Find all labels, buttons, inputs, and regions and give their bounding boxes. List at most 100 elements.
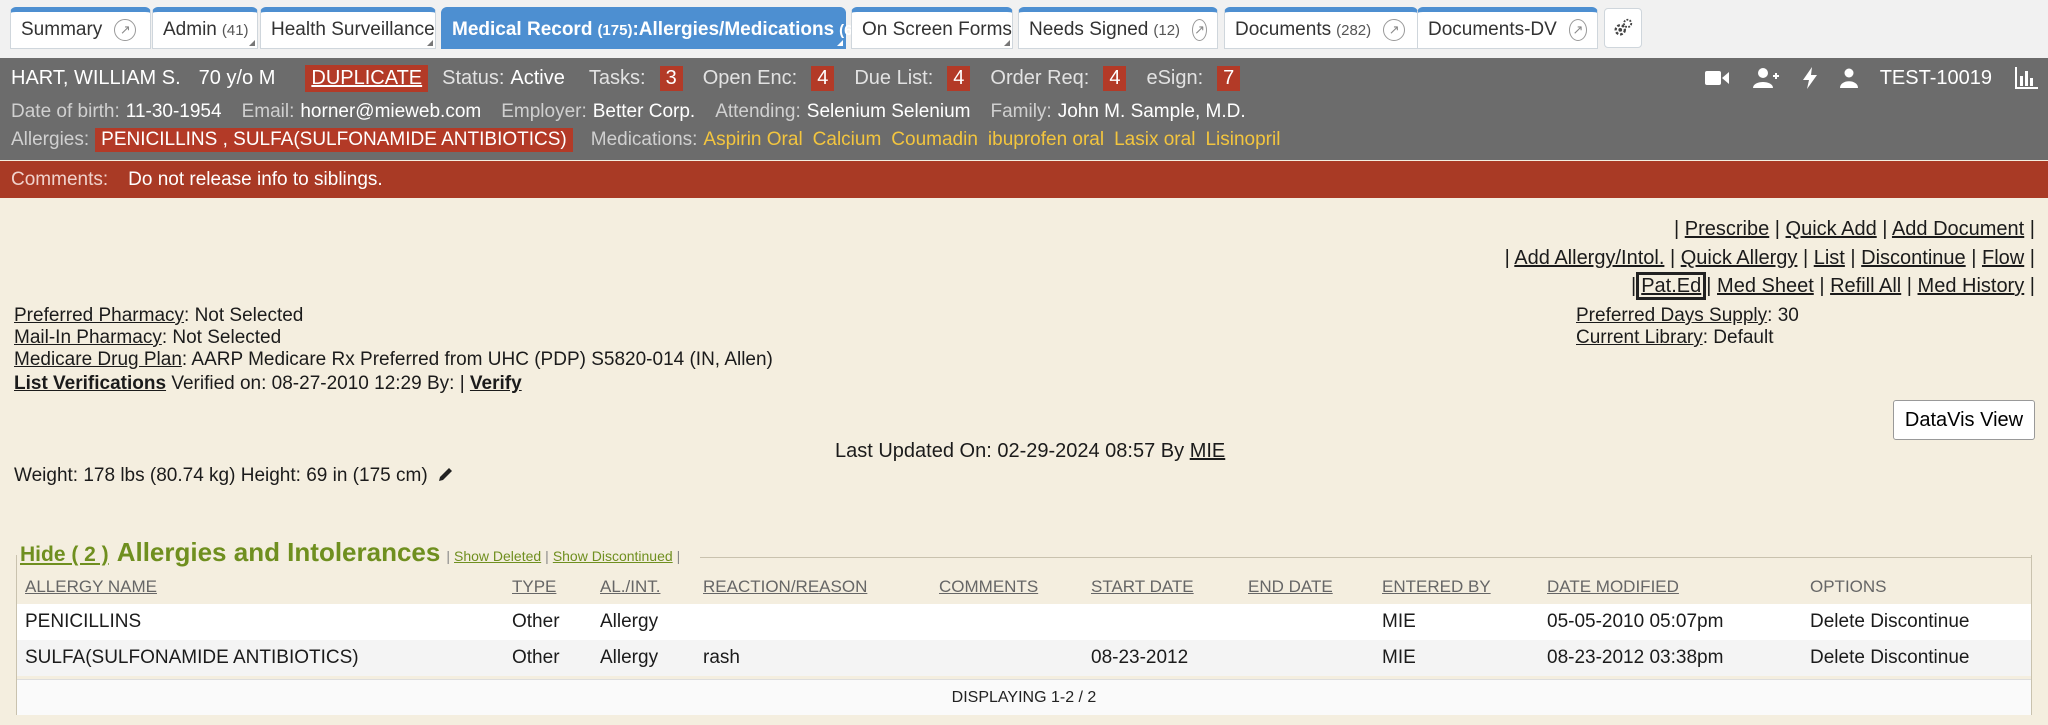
add-document-link[interactable]: Add Document [1892, 218, 2024, 240]
dob: 11-30-1954 [125, 101, 222, 122]
col-date-modified[interactable]: DATE MODIFIED [1539, 570, 1802, 604]
weight-height: Weight: 178 lbs (80.74 kg) Height: 69 in… [14, 465, 455, 487]
employer: Better Corp. [592, 101, 696, 122]
dropdown-corner-icon [249, 40, 255, 46]
discontinue-row-link[interactable]: Discontinue [1870, 611, 1969, 632]
list-link[interactable]: List [1814, 247, 1845, 269]
video-camera-icon[interactable] [1704, 68, 1730, 88]
duplicate-badge[interactable]: DUPLICATE [305, 64, 429, 92]
fieldset-border [700, 557, 2032, 558]
col-reaction[interactable]: REACTION/REASON [695, 570, 931, 604]
list-verifications-link[interactable]: List Verifications [14, 373, 166, 394]
toolbar-row-1: | Prescribe | Quick Add | Add Document | [1673, 218, 2035, 240]
open-external-icon[interactable]: ↗ [114, 19, 137, 41]
bar-chart-icon[interactable] [2014, 67, 2038, 89]
tab-documents[interactable]: Documents (282) ↗ [1224, 7, 1418, 49]
tasks-badge[interactable]: 3 [659, 65, 683, 91]
allergies-table: ALLERGY NAME TYPE AL./INT. REACTION/REAS… [17, 570, 2031, 676]
updated-by-link[interactable]: MIE [1190, 440, 1226, 462]
preferred-pharmacy: Preferred Pharmacy: Not Selected [14, 305, 304, 326]
last-updated: Last Updated On: 02-29-2024 08:57 By MIE [835, 440, 1226, 462]
discontinue-link[interactable]: Discontinue [1861, 247, 1966, 269]
allergies-chip[interactable]: PENICILLINS , SULFA(SULFONAMIDE ANTIBIOT… [95, 128, 573, 152]
table-header-row: ALLERGY NAME TYPE AL./INT. REACTION/REAS… [17, 570, 2031, 604]
medication-link[interactable]: Lasix oral [1114, 129, 1195, 151]
family-physician: John M. Sample, M.D. [1057, 101, 1246, 122]
tab-bar: Summary ↗ Admin (41) Health Surveillance … [0, 0, 2048, 58]
user-icon[interactable] [1839, 68, 1858, 88]
add-allergy-link[interactable]: Add Allergy/Intol. [1514, 247, 1664, 269]
discontinue-row-link[interactable]: Discontinue [1870, 647, 1969, 668]
comments-text: Do not release info to siblings. [128, 168, 383, 190]
delete-link[interactable]: Delete [1810, 647, 1865, 668]
medication-link[interactable]: Coumadin [891, 129, 978, 151]
order-req-badge[interactable]: 4 [1103, 65, 1127, 91]
patient-header: HART, WILLIAM S. 70 y/o M DUPLICATE Stat… [0, 58, 2048, 98]
col-type[interactable]: TYPE [504, 570, 592, 604]
medication-link[interactable]: ibuprofen oral [988, 129, 1104, 151]
show-discontinued-link[interactable]: Show Discontinued [553, 548, 673, 564]
open-external-icon[interactable]: ↗ [1192, 19, 1207, 41]
lightning-icon[interactable] [1802, 67, 1818, 89]
refill-all-link[interactable]: Refill All [1830, 275, 1901, 297]
delete-link[interactable]: Delete [1810, 611, 1865, 632]
mail-in-pharmacy-link[interactable]: Mail-In Pharmacy [14, 327, 162, 348]
comments-bar: Comments: Do not release info to sibling… [0, 161, 2048, 198]
quick-allergy-link[interactable]: Quick Allergy [1681, 247, 1798, 269]
preferred-days-supply-link[interactable]: Preferred Days Supply [1576, 305, 1767, 326]
tab-health-surveillance[interactable]: Health Surveillance [260, 7, 436, 49]
medication-link[interactable]: Lisinopril [1205, 129, 1280, 151]
tab-on-screen-forms[interactable]: On Screen Forms [851, 7, 1013, 49]
datavis-view-button[interactable]: DataVis View [1893, 400, 2035, 440]
table-row[interactable]: SULFA(SULFONAMIDE ANTIBIOTICS) Other All… [17, 640, 2031, 676]
col-end-date[interactable]: END DATE [1240, 570, 1374, 604]
current-library: Current Library: Default [1576, 327, 1774, 348]
toolbar-row-3: | Pat.Ed | Med Sheet | Refill All | Med Hi… [1631, 272, 2035, 300]
tab-needs-signed[interactable]: Needs Signed (12) ↗ [1018, 7, 1218, 49]
med-sheet-link[interactable]: Med Sheet [1717, 275, 1814, 297]
email: horner@mieweb.com [300, 101, 482, 122]
preferred-pharmacy-link[interactable]: Preferred Pharmacy [14, 305, 184, 326]
table-row[interactable]: PENICILLINS Other Allergy MIE 05-05-2010… [17, 604, 2031, 640]
tab-medical-record[interactable]: Medical Record (175):Allergies/Medication… [441, 7, 857, 49]
mail-in-pharmacy: Mail-In Pharmacy: Not Selected [14, 327, 282, 348]
open-external-icon[interactable]: ↗ [1383, 19, 1406, 41]
medication-link[interactable]: Aspirin Oral [703, 129, 802, 151]
medicare-drug-plan-link[interactable]: Medicare Drug Plan [14, 349, 182, 370]
quick-add-link[interactable]: Quick Add [1786, 218, 1877, 240]
col-al-int[interactable]: AL./INT. [592, 570, 695, 604]
dropdown-corner-icon [427, 40, 433, 46]
due-list-badge[interactable]: 4 [947, 65, 971, 91]
add-user-icon[interactable] [1752, 67, 1780, 89]
pencil-edit-icon[interactable] [437, 465, 455, 483]
patient-info: Date of birth: 11-30-1954 Email: horner@mi… [0, 98, 2048, 160]
col-comments[interactable]: COMMENTS [931, 570, 1083, 604]
allergies-legend: Hide ( 2 ) Allergies and Intolerances | … [20, 537, 687, 568]
col-allergy-name[interactable]: ALLERGY NAME [17, 570, 504, 604]
flow-link[interactable]: Flow [1982, 247, 2024, 269]
med-history-link[interactable]: Med History [1918, 275, 2025, 297]
current-library-link[interactable]: Current Library [1576, 327, 1703, 348]
verifications: List Verifications Verified on: 08-27-20… [14, 373, 522, 394]
prescribe-link[interactable]: Prescribe [1685, 218, 1769, 240]
preferred-days-supply: Preferred Days Supply: 30 [1576, 305, 1799, 326]
settings-gear-icon[interactable] [1604, 8, 1642, 48]
verify-link[interactable]: Verify [470, 373, 522, 394]
dropdown-corner-icon [1004, 40, 1010, 46]
pat-ed-link[interactable]: Pat.Ed [1636, 272, 1707, 300]
allergies-title: Allergies and Intolerances [116, 537, 441, 567]
open-external-icon[interactable]: ↗ [1568, 19, 1587, 41]
tab-summary[interactable]: Summary ↗ [10, 7, 151, 49]
col-start-date[interactable]: START DATE [1083, 570, 1240, 604]
open-enc-badge[interactable]: 4 [811, 65, 835, 91]
patient-status: Active [510, 66, 565, 89]
tab-admin[interactable]: Admin (41) [152, 7, 258, 49]
toolbar-row-2: | Add Allergy/Intol. | Quick Allergy | L… [1504, 247, 2035, 269]
tab-documents-dv[interactable]: Documents-DV ↗ [1417, 7, 1598, 49]
medication-link[interactable]: Calcium [813, 129, 882, 151]
col-entered-by[interactable]: ENTERED BY [1374, 570, 1539, 604]
show-deleted-link[interactable]: Show Deleted [454, 548, 541, 564]
hide-allergies-link[interactable]: Hide ( 2 ) [20, 543, 109, 567]
pagination-status: DISPLAYING 1-2 / 2 [17, 679, 2031, 715]
esign-badge[interactable]: 7 [1217, 65, 1241, 91]
